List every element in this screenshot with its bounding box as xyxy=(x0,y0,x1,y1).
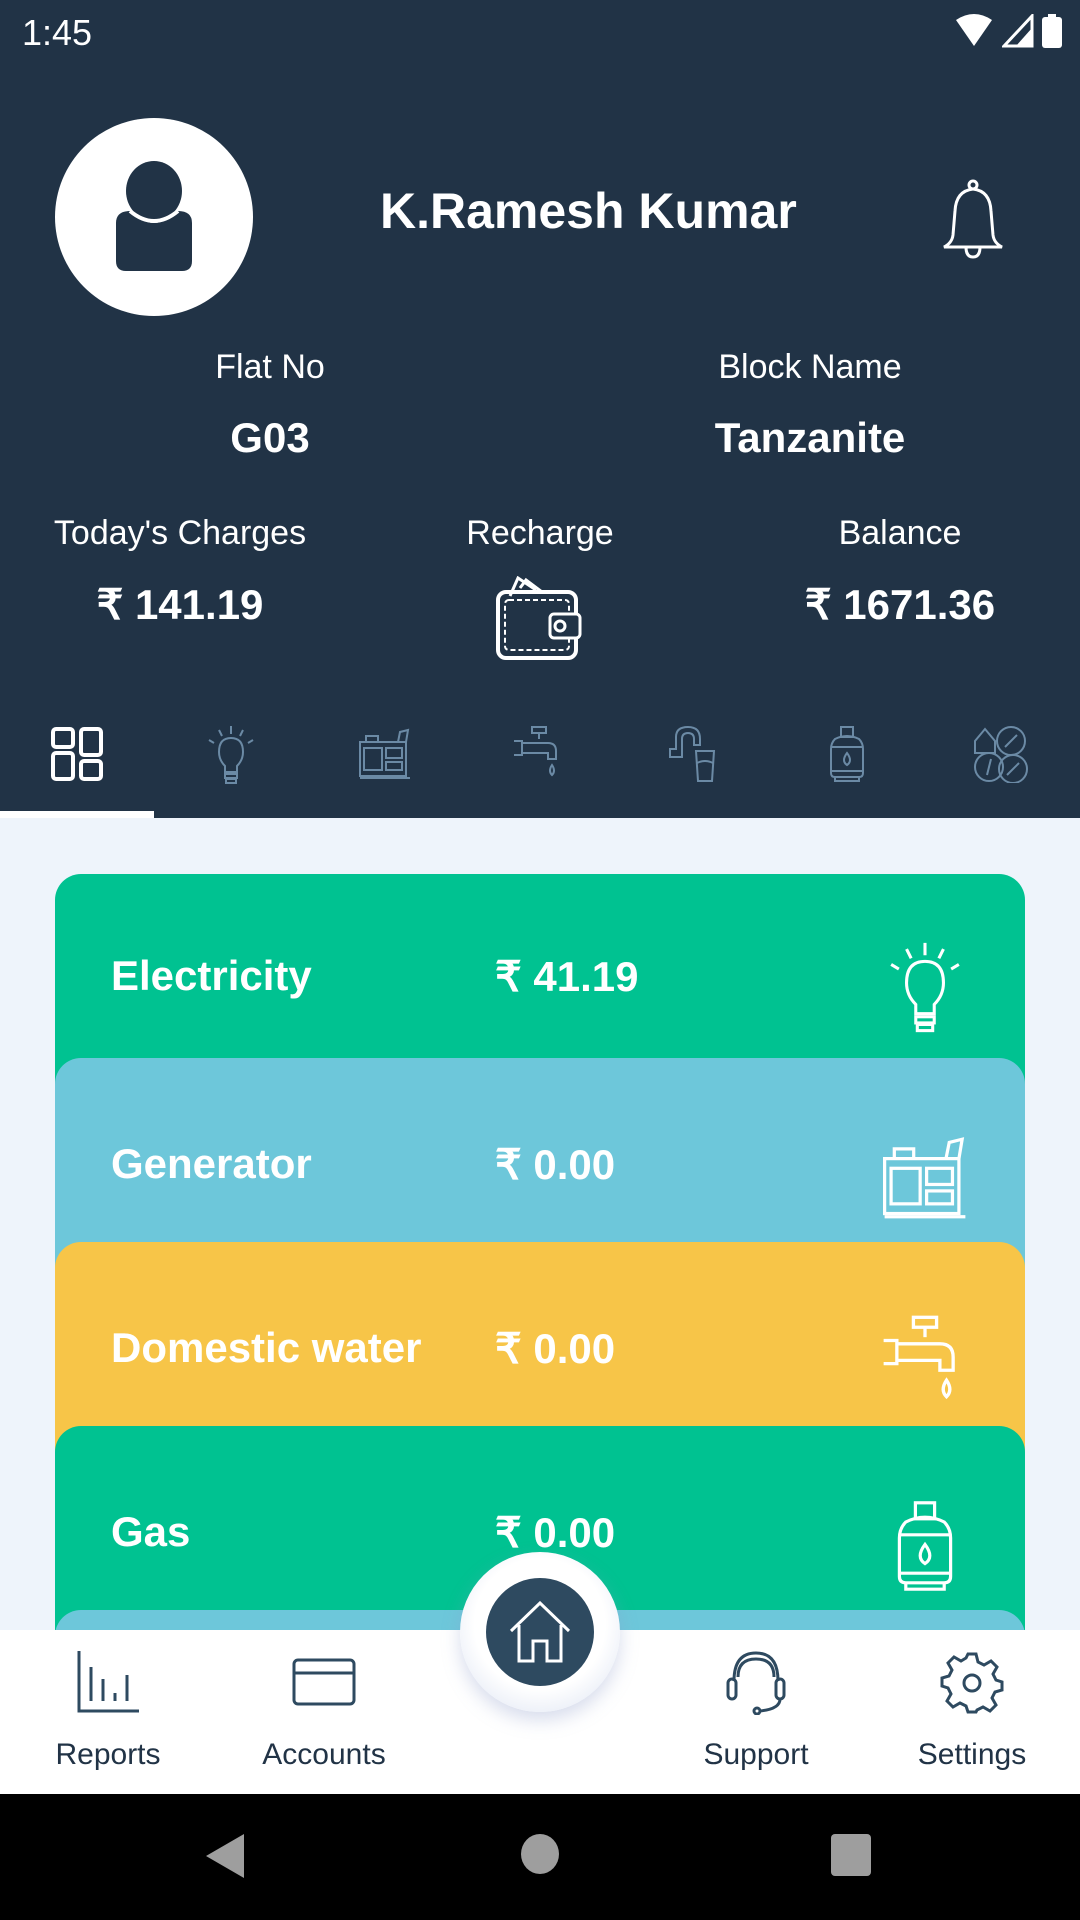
balance-value: ₹ 1671.36 xyxy=(804,581,996,628)
dashboard-icon xyxy=(51,727,103,781)
nav-label: Support xyxy=(703,1738,809,1771)
card-amount: ₹ 41.19 xyxy=(495,953,639,1000)
tab-drinking-water[interactable] xyxy=(616,700,770,818)
reports-icon xyxy=(77,1651,139,1713)
tab-gas[interactable] xyxy=(770,700,924,818)
block-value: Tanzanite xyxy=(714,414,906,461)
system-nav-bar xyxy=(0,1794,1080,1920)
status-icons xyxy=(954,14,1062,48)
home-system-button[interactable] xyxy=(521,1834,559,1879)
nav-settings[interactable]: Settings xyxy=(882,1630,1062,1794)
bell-icon xyxy=(943,179,1003,259)
home-button[interactable] xyxy=(460,1552,620,1712)
nav-support[interactable]: Support xyxy=(666,1630,846,1794)
tab-domestic-water[interactable] xyxy=(462,700,616,818)
balance-label: Balance xyxy=(838,514,962,552)
generator-icon xyxy=(875,1128,975,1228)
recharge-button[interactable] xyxy=(496,575,584,667)
card-label: Generator xyxy=(111,1140,312,1187)
status-time: 1:45 xyxy=(22,12,93,53)
back-icon xyxy=(206,1834,244,1878)
wallet-icon xyxy=(496,575,582,660)
flat-value: G03 xyxy=(230,414,310,461)
tab-electricity[interactable] xyxy=(154,700,308,818)
bulb-icon xyxy=(208,726,254,784)
card-label: Domestic water xyxy=(111,1324,422,1371)
tab-generator[interactable] xyxy=(308,700,462,818)
signal-icon xyxy=(1002,14,1034,48)
gas-cylinder-icon xyxy=(830,726,864,782)
charges-label: Today's Charges xyxy=(53,514,307,552)
nav-label: Settings xyxy=(917,1738,1027,1771)
tap-icon xyxy=(514,726,557,777)
status-bar: 1:45 xyxy=(0,0,1080,64)
circle-home-icon xyxy=(521,1834,559,1874)
wifi-icon xyxy=(956,14,992,46)
nav-accounts[interactable]: Accounts xyxy=(234,1630,414,1794)
charges-list: Electricity ₹ 41.19 Generator ₹ 0.00 Dom… xyxy=(0,818,1080,1630)
profile-header: K.Ramesh Kumar Flat No G03 Block Name Ta… xyxy=(0,64,1080,818)
flat-label: Flat No xyxy=(215,348,325,386)
nav-label: Accounts xyxy=(262,1738,386,1771)
card-label: Gas xyxy=(111,1508,191,1555)
bulb-icon xyxy=(875,936,975,1036)
block-label: Block Name xyxy=(718,348,902,386)
notification-button[interactable] xyxy=(940,179,1006,264)
recents-icon xyxy=(831,1834,871,1876)
tap-icon xyxy=(875,1312,975,1412)
home-icon xyxy=(509,1601,571,1663)
card-label: Electricity xyxy=(111,952,312,999)
card-amount: ₹ 0.00 xyxy=(495,1509,616,1556)
faucet-glass-icon xyxy=(669,725,716,782)
gas-cylinder-icon xyxy=(875,1496,975,1596)
card-amount: ₹ 0.00 xyxy=(495,1325,616,1372)
accounts-icon xyxy=(292,1658,356,1706)
recharge-label: Recharge xyxy=(466,514,614,552)
gear-icon xyxy=(940,1652,1004,1714)
user-name: K.Ramesh Kumar xyxy=(380,183,797,239)
services-icon xyxy=(974,726,1028,783)
active-tab-indicator xyxy=(0,811,154,818)
generator-icon xyxy=(359,728,410,779)
recents-button[interactable] xyxy=(831,1834,871,1881)
category-tabs xyxy=(0,700,1080,818)
tab-services[interactable] xyxy=(924,700,1078,818)
headset-icon xyxy=(726,1651,786,1715)
user-icon xyxy=(116,161,192,271)
charges-value: ₹ 141.19 xyxy=(96,581,264,628)
nav-label: Reports xyxy=(55,1738,161,1771)
back-button[interactable] xyxy=(206,1834,246,1883)
nav-reports[interactable]: Reports xyxy=(18,1630,198,1794)
battery-icon xyxy=(1042,14,1062,48)
card-amount: ₹ 0.00 xyxy=(495,1141,616,1188)
avatar[interactable] xyxy=(55,118,253,316)
tab-dashboard[interactable] xyxy=(0,700,154,818)
